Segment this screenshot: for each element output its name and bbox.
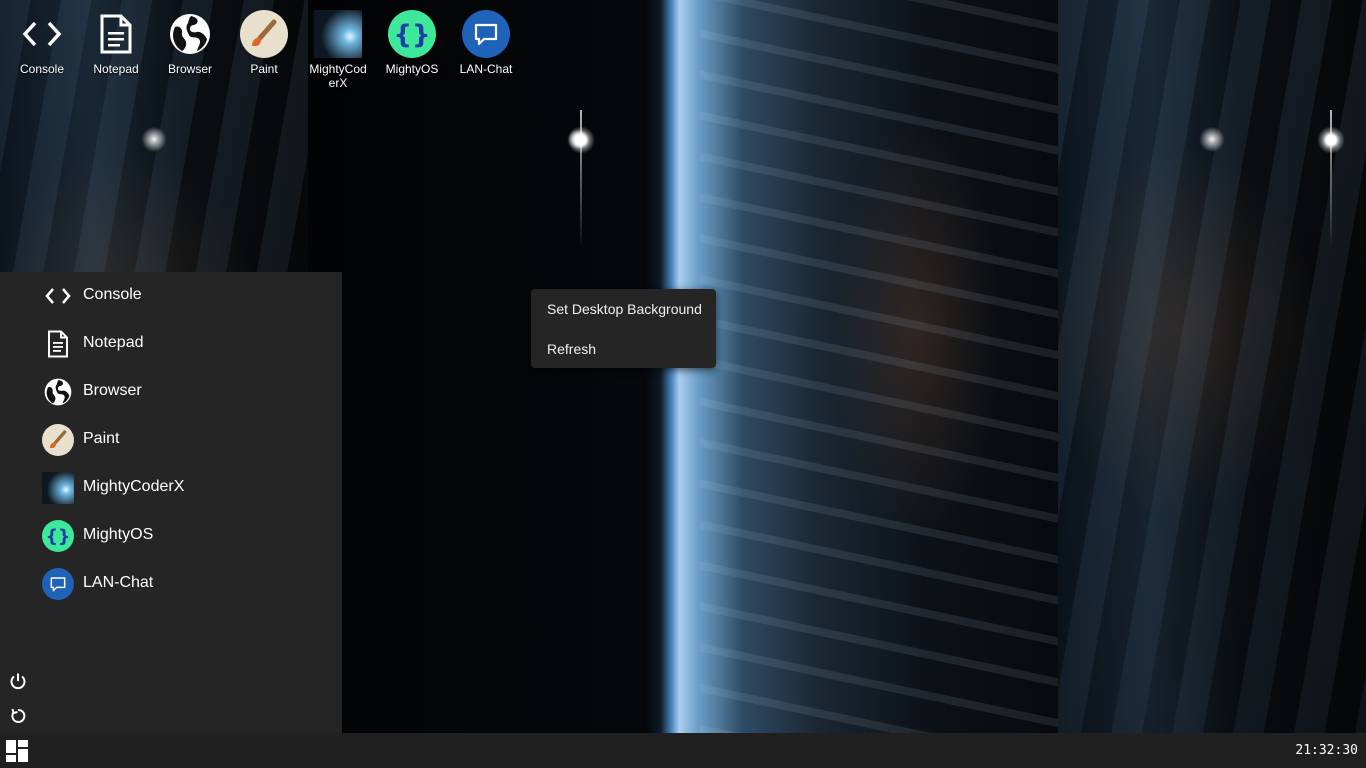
- wallpaper-flare-right: [1330, 110, 1332, 250]
- code-brackets-icon: [42, 280, 74, 312]
- context-menu-item-label: Refresh: [547, 341, 597, 357]
- desktop-icon-label: Browser: [167, 62, 212, 76]
- desktop-icon-browser[interactable]: Browser: [155, 10, 225, 76]
- desktop-icon-mightycoderx[interactable]: MightyCoderX: [303, 10, 373, 90]
- desktop-icon-label: LAN-Chat: [459, 62, 513, 76]
- taskbar-clock: 21:32:30: [1295, 743, 1358, 758]
- start-menu: Console Notepad Browser Paint MightyCode…: [0, 272, 342, 733]
- paintbrush-icon: [240, 10, 288, 58]
- start-menu-item-lan-chat[interactable]: LAN-Chat: [0, 560, 342, 608]
- globe-icon: [166, 10, 214, 58]
- svg-text:{}: {}: [46, 527, 71, 547]
- windows-grid-icon: [6, 740, 28, 762]
- desktop-icon-label: Paint: [250, 62, 278, 76]
- desktop-icon-paint[interactable]: Paint: [229, 10, 299, 76]
- chat-bubble-icon: [42, 568, 74, 600]
- curly-braces-icon: {}: [42, 520, 74, 552]
- start-menu-item-mightycoderx[interactable]: MightyCoderX: [0, 464, 342, 512]
- svg-text:{}: {}: [393, 20, 430, 50]
- desktop-icon-label: Console: [19, 62, 65, 76]
- chat-bubble-icon: [462, 10, 510, 58]
- wallpaper-flare: [580, 110, 582, 250]
- start-menu-item-mightyos[interactable]: {} MightyOS: [0, 512, 342, 560]
- wallpaper-tile-right: [1058, 0, 1366, 733]
- start-menu-item-label: MightyCoderX: [83, 478, 185, 495]
- mightycoderx-icon: [42, 472, 74, 504]
- restart-icon: [11, 708, 26, 723]
- context-menu-item-label: Set Desktop Background: [547, 301, 702, 317]
- start-menu-item-label: Notepad: [83, 334, 144, 351]
- start-menu-item-label: LAN-Chat: [83, 574, 154, 591]
- start-menu-item-browser[interactable]: Browser: [0, 368, 342, 416]
- taskbar: 21:32:30: [0, 733, 1366, 768]
- desktop-icon-label: Notepad: [93, 62, 139, 76]
- wallpaper-clouds: [700, 0, 1060, 733]
- document-icon: [92, 10, 140, 58]
- desktop-icon-console[interactable]: Console: [7, 10, 77, 76]
- curly-braces-icon: {}: [388, 10, 436, 58]
- desktop-icon-notepad[interactable]: Notepad: [81, 10, 151, 76]
- context-menu-item-refresh[interactable]: Refresh: [531, 331, 716, 367]
- start-menu-item-notepad[interactable]: Notepad: [0, 320, 342, 368]
- start-button[interactable]: [5, 739, 29, 763]
- start-menu-item-label: Console: [83, 286, 142, 303]
- restart-button[interactable]: [6, 704, 30, 728]
- power-button[interactable]: [6, 669, 30, 693]
- desktop-icon-mightyos[interactable]: {} MightyOS: [377, 10, 447, 76]
- document-icon: [42, 328, 74, 360]
- start-menu-item-console[interactable]: Console: [0, 272, 342, 320]
- desktop-icon-lan-chat[interactable]: LAN-Chat: [451, 10, 521, 76]
- code-brackets-icon: [18, 10, 66, 58]
- globe-icon: [42, 376, 74, 408]
- paintbrush-icon: [42, 424, 74, 456]
- desktop-icon-label: MightyCoderX: [309, 62, 367, 90]
- desktop[interactable]: Console Notepad Browser Paint MightyCode…: [0, 0, 1366, 733]
- start-menu-item-paint[interactable]: Paint: [0, 416, 342, 464]
- start-menu-item-label: Paint: [83, 430, 120, 447]
- desktop-icon-label: MightyOS: [385, 62, 439, 76]
- power-icon: [10, 673, 26, 690]
- context-menu: Set Desktop Background Refresh: [531, 289, 716, 368]
- start-menu-item-label: MightyOS: [83, 526, 154, 543]
- mightycoderx-icon: [314, 10, 362, 58]
- context-menu-item-set-background[interactable]: Set Desktop Background: [531, 291, 716, 327]
- start-menu-item-label: Browser: [83, 382, 142, 399]
